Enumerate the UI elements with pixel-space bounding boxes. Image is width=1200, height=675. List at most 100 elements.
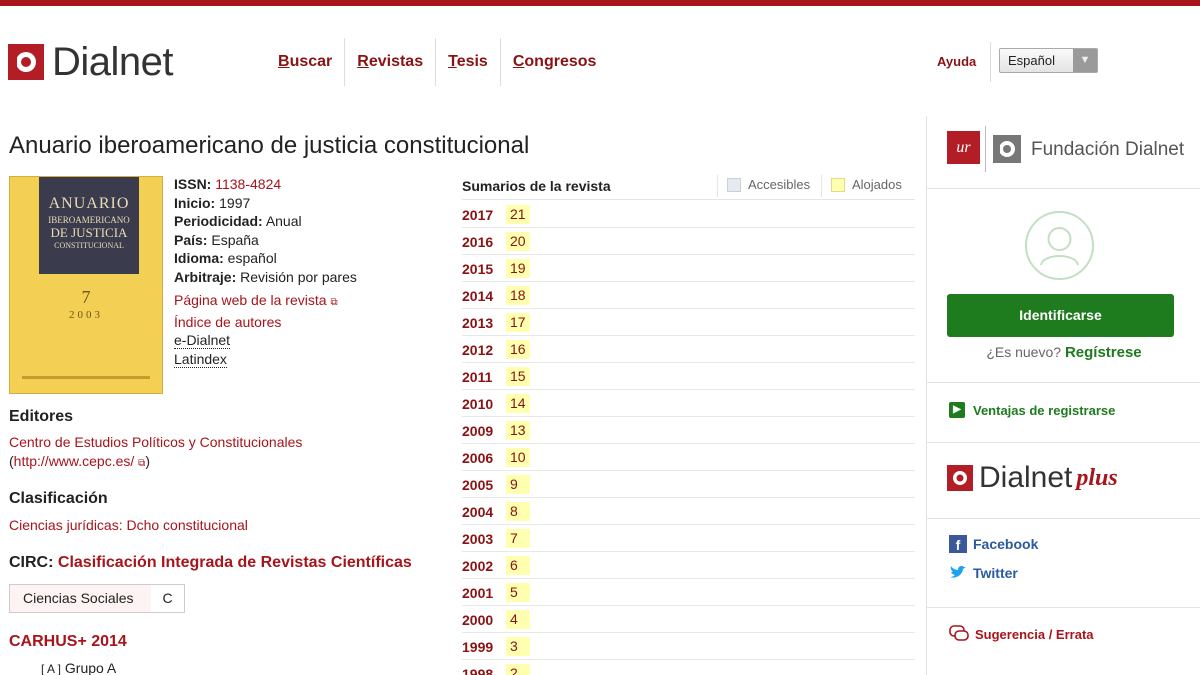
register-prompt: ¿Es nuevo? Regístrese (927, 344, 1200, 361)
circ-link[interactable]: Clasificación Integrada de Revistas Cien… (58, 554, 412, 571)
periodicidad-label: Periodicidad: (174, 213, 263, 229)
sumario-year: 2014 (462, 288, 494, 304)
sidebar-divider (927, 607, 1200, 608)
issue-number-link[interactable]: 15 (506, 367, 530, 386)
sumario-row: 2012 16 (462, 336, 915, 363)
arrow-right-icon: ▶ (949, 402, 965, 418)
edialnet-row: e-Dialnet (174, 331, 357, 350)
sumario-year: 2012 (462, 342, 494, 358)
sumario-year: 2011 (462, 369, 493, 385)
editor-name-link[interactable]: Centro de Estudios Políticos y Constituc… (9, 434, 302, 450)
suggestion-link[interactable]: Sugerencia / Errata (949, 625, 1094, 643)
issue-number-link[interactable]: 10 (506, 448, 530, 467)
issn-link[interactable]: 1138-4824 (215, 176, 281, 192)
sumario-year: 2010 (462, 396, 494, 412)
sumario-year: 1998 (462, 666, 494, 675)
hosted-swatch (831, 177, 845, 192)
sumarios-list: 2017 21 2016 20 2015 19 2014 18 2013 17 2012 16 2011… (462, 201, 915, 675)
sidebar-divider (927, 442, 1200, 443)
nav-tesis[interactable]: Tesis (435, 38, 500, 86)
facebook-label: Facebook (973, 536, 1039, 552)
issue-number-link[interactable]: 5 (506, 583, 530, 602)
top-accent-bar (0, 0, 1200, 6)
idioma-label: Idioma: (174, 250, 224, 266)
sumario-year: 2005 (462, 477, 494, 493)
nav-congresos[interactable]: Congresos (499, 38, 609, 86)
issue-number-link[interactable]: 2 (506, 664, 530, 675)
cover-footer-band (22, 376, 150, 379)
facebook-icon: f (949, 535, 967, 553)
legend-hosted: Alojados (831, 177, 902, 192)
fundacion-dialnet-link[interactable]: Fundación Dialnet (1031, 139, 1184, 161)
issue-number-link[interactable]: 13 (506, 421, 530, 440)
twitter-link[interactable]: Twitter (949, 564, 1018, 582)
nav-revistas[interactable]: Revistas (344, 38, 435, 86)
advantages-label: Ventajas de registrarse (973, 402, 1116, 418)
sumario-year: 1999 (462, 639, 494, 655)
cover-line: DE JUSTICIA (50, 225, 128, 240)
twitter-label: Twitter (973, 565, 1018, 581)
carhus-heading[interactable]: CARHUS+ 2014 (9, 633, 127, 651)
latindex-link[interactable]: Latindex (174, 350, 227, 368)
facebook-link[interactable]: f Facebook (949, 535, 1038, 553)
sumario-row: 2009 13 (462, 417, 915, 444)
sumario-year: 2003 (462, 531, 494, 547)
issue-number-link[interactable]: 3 (506, 637, 530, 656)
help-link[interactable]: Ayuda (937, 54, 976, 69)
issue-number-link[interactable]: 16 (506, 340, 530, 359)
sumario-row: 2005 9 (462, 471, 915, 498)
journal-cover-image: ANUARIO IBEROAMERICANO DE JUSTICIA CONST… (9, 176, 163, 394)
dialnet-mark-icon (993, 135, 1021, 163)
pais-row: País: España (174, 231, 357, 250)
editor-url-link[interactable]: http://www.cepc.es/ (14, 453, 135, 469)
issue-number-link[interactable]: 20 (506, 232, 530, 251)
sumario-year: 2017 (462, 207, 494, 223)
sumario-row: 2011 15 (462, 363, 915, 390)
sumario-row: 2015 19 (462, 255, 915, 282)
issue-number-link[interactable]: 8 (506, 502, 530, 521)
issue-number-link[interactable]: 9 (506, 475, 530, 494)
nav-buscar[interactable]: Buscar (266, 38, 344, 86)
carhus-group: Grupo A (64, 660, 117, 675)
language-select[interactable]: Español ▼ (999, 48, 1098, 73)
issue-number-link[interactable]: 19 (506, 259, 530, 278)
paren: ) (145, 453, 150, 469)
issue-number-link[interactable]: 6 (506, 556, 530, 575)
journal-website-link[interactable]: Página web de la revista (174, 292, 327, 308)
sumario-row: 2002 6 (462, 552, 915, 579)
sumario-year: 2015 (462, 261, 494, 277)
circ-classification: Ciencias Sociales C (9, 584, 185, 613)
pais-label: País: (174, 231, 208, 248)
language-value: Español (1008, 53, 1055, 68)
issue-number-link[interactable]: 21 (506, 205, 530, 224)
circ-grade: C (162, 590, 173, 606)
clasificacion-link[interactable]: Ciencias jurídicas: Dcho constitucional (9, 517, 248, 533)
dialnet-logo[interactable]: Dialnet (8, 40, 174, 84)
sumario-year: 2006 (462, 450, 494, 466)
speech-bubble-icon (949, 625, 969, 641)
sumario-row: 1999 3 (462, 633, 915, 660)
main-nav: Buscar Revistas Tesis Congresos (266, 38, 608, 86)
dialnet-plus-logo[interactable]: Dialnet plus (947, 461, 1118, 495)
edialnet-link[interactable]: e-Dialnet (174, 332, 231, 349)
page-title: Anuario iberoamericano de justicia const… (9, 132, 530, 159)
user-avatar-icon (1025, 211, 1094, 280)
legend-accessible-label: Accesibles (748, 177, 811, 192)
authors-row: Índice de autores (174, 313, 357, 332)
issue-number-link[interactable]: 4 (506, 610, 530, 629)
suggestion-label: Sugerencia / Errata (975, 626, 1094, 642)
register-link[interactable]: Regístrese (1065, 344, 1142, 361)
external-link-icon: ⧉ (330, 297, 338, 308)
issue-number-link[interactable]: 14 (506, 394, 530, 413)
issn-row: ISSN: 1138-4824 (174, 175, 357, 194)
advantages-link[interactable]: ▶ Ventajas de registrarse (949, 402, 1115, 418)
plus-text: plus (1076, 464, 1118, 491)
arbitraje-value: Revisión por pares (240, 268, 357, 285)
dialnet-plus-icon (947, 465, 973, 491)
issue-number-link[interactable]: 7 (506, 529, 530, 548)
identify-button[interactable]: Identificarse (947, 294, 1174, 337)
authors-index-link[interactable]: Índice de autores (174, 314, 281, 330)
issue-number-link[interactable]: 18 (506, 286, 530, 305)
issue-number-link[interactable]: 17 (506, 313, 530, 332)
sumario-year: 2004 (462, 504, 494, 520)
